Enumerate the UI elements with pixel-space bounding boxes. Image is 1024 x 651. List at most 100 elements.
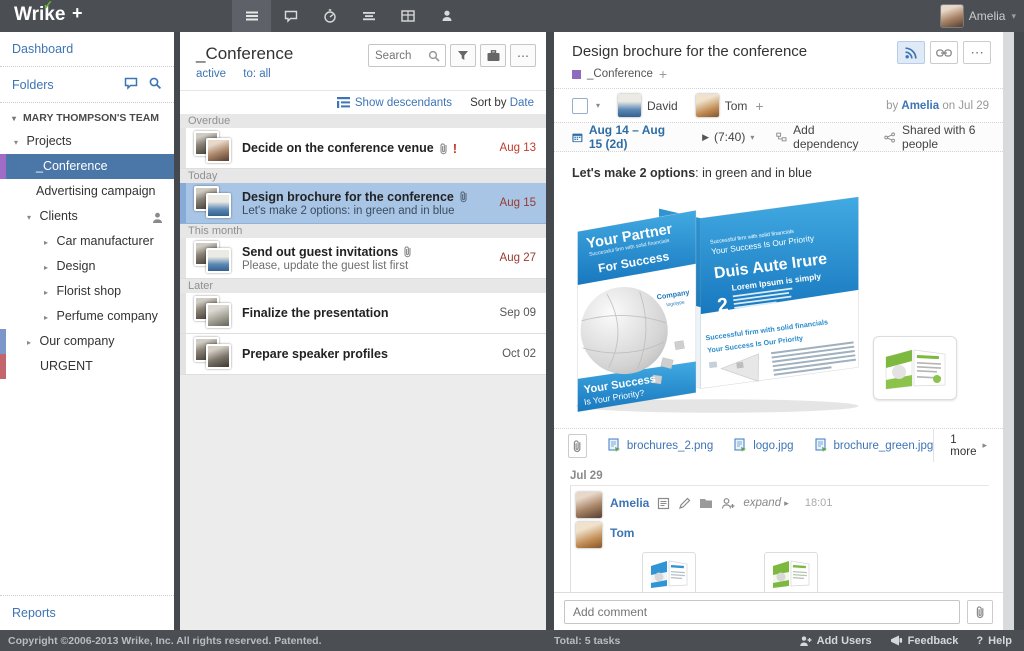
sidebar-team-header[interactable]: ▾ MARY THOMPSON'S TEAM <box>0 103 174 129</box>
task-subtitle: Please, update the guest list first <box>242 260 492 272</box>
stopwatch-icon <box>322 8 338 24</box>
task-due-date: Oct 02 <box>502 348 536 360</box>
add-person-icon[interactable] <box>721 497 735 510</box>
task-subtitle: Let's make 2 options: in green and in bl… <box>242 205 492 217</box>
sidebar-item-conference[interactable]: _Conference <box>0 154 174 179</box>
more-options-button[interactable]: ⋯ <box>510 44 536 67</box>
filter-button[interactable] <box>450 44 476 67</box>
stream-lines-icon <box>361 8 377 24</box>
sidebar-item-perfume-company[interactable]: ▸ Perfume company <box>0 304 174 329</box>
archive-button[interactable] <box>480 44 506 67</box>
user-menu[interactable]: Amelia ▾ <box>941 0 1016 32</box>
add-assignee-button[interactable]: + <box>755 98 763 114</box>
avatar <box>576 522 602 548</box>
folder-icon[interactable] <box>699 497 713 509</box>
status-dropdown-icon[interactable]: ▾ <box>596 101 600 110</box>
pencil-icon[interactable] <box>678 497 691 510</box>
time-tracking-control[interactable]: ▶ (7:40) ▾ <box>702 130 754 144</box>
chevron-right-icon: ▸ <box>44 313 48 322</box>
task-row[interactable]: Prepare speaker profiles Oct 02 <box>180 334 546 375</box>
assignee-david[interactable]: David <box>618 94 678 117</box>
green-brochure-thumb[interactable] <box>764 552 818 596</box>
folder-search-icon[interactable] <box>148 76 162 93</box>
table-view-button[interactable] <box>388 0 427 32</box>
more-attachments-button[interactable]: 1 more ▸ <box>933 429 1003 462</box>
comment-author[interactable]: Tom <box>610 526 634 540</box>
comments-date-header: Jul 29 <box>570 470 989 486</box>
attach-file-button[interactable] <box>568 434 587 458</box>
tree-label: URGENT <box>40 359 93 373</box>
sidebar-item-clients[interactable]: ▾ Clients <box>0 204 174 229</box>
more-options-button[interactable]: ⋯ <box>963 41 991 64</box>
follow-button[interactable] <box>897 41 925 64</box>
folder-chat-icon[interactable] <box>124 77 138 93</box>
add-folder-tag-button[interactable]: + <box>659 66 667 82</box>
question-icon: ? <box>976 635 983 647</box>
brochure-image[interactable]: Successful firm with solid financials Yo… <box>570 186 870 416</box>
search-input[interactable] <box>369 45 427 66</box>
byline-author[interactable]: Amelia <box>901 100 939 112</box>
chat-button[interactable] <box>271 0 310 32</box>
show-descendants-toggle[interactable]: Show descendants <box>337 97 452 109</box>
sidebar-item-reports[interactable]: Reports <box>0 595 174 630</box>
people-button[interactable] <box>427 0 466 32</box>
complete-checkbox[interactable] <box>572 98 588 114</box>
add-comment-input[interactable] <box>564 600 960 624</box>
sidebar-item-projects[interactable]: ▾ Projects <box>0 129 174 154</box>
feedback-button[interactable]: Feedback <box>890 635 959 647</box>
sidebar-item-design[interactable]: ▸ Design <box>0 254 174 279</box>
green-brochure-image <box>879 341 951 395</box>
clipboard-icon[interactable] <box>657 497 670 510</box>
sidebar: Dashboard Folders ▾ MARY THOMPSON'S TEAM… <box>0 32 174 630</box>
attachment-chip[interactable]: logo.jpg <box>733 438 793 453</box>
activity-stream-button[interactable] <box>349 0 388 32</box>
task-avatars <box>194 337 238 371</box>
add-dependency-button[interactable]: Add dependency <box>776 123 862 151</box>
task-row[interactable]: Send out guest invitations Please, updat… <box>180 238 546 279</box>
chevron-down-icon: ▾ <box>1011 11 1016 22</box>
comment-action-icons <box>657 497 735 510</box>
task-row-selected[interactable]: Design brochure for the conference Let's… <box>180 183 546 224</box>
sidebar-item-urgent[interactable]: URGENT <box>0 354 174 379</box>
task-list-tools: ⋯ <box>368 44 536 67</box>
add-users-button[interactable]: Add Users <box>799 635 872 647</box>
attachment-chip[interactable]: brochure_green.jpg <box>814 438 934 453</box>
sidebar-item-car-manufacturer[interactable]: ▸ Car manufacturer <box>0 229 174 254</box>
important-icon: ! <box>453 141 457 156</box>
chevron-right-icon: ▸ <box>44 238 48 247</box>
scrollbar-gutter[interactable] <box>1003 32 1014 630</box>
assignee-tom[interactable]: Tom <box>696 94 748 117</box>
sidebar-item-advertising-campaign[interactable]: Advertising campaign <box>0 179 174 204</box>
permalink-button[interactable] <box>930 41 958 64</box>
task-row[interactable]: Decide on the conference venue ! Aug 13 <box>180 128 546 169</box>
add-new-button[interactable]: + <box>72 3 83 24</box>
avatar <box>206 248 231 273</box>
sort-control[interactable]: Sort by Date <box>470 97 534 109</box>
wrike-logo[interactable]: Wrike ✓ <box>14 4 65 26</box>
copyright-text: Copyright ©2006-2013 Wrike, Inc. All rig… <box>0 635 322 647</box>
help-button[interactable]: ? Help <box>976 635 1012 647</box>
timer-button[interactable] <box>310 0 349 32</box>
task-list-view-button[interactable] <box>232 0 271 32</box>
task-row[interactable]: Finalize the presentation Sep 09 <box>180 293 546 334</box>
comment-author[interactable]: Amelia <box>610 496 649 510</box>
filter-active[interactable]: active <box>196 68 226 80</box>
expand-comment-button[interactable]: expand ▸ <box>743 497 788 509</box>
folder-tag[interactable]: _Conference <box>587 68 653 80</box>
tree-label: Clients <box>40 209 78 223</box>
comment-attach-button[interactable] <box>967 600 993 624</box>
sidebar-item-florist-shop[interactable]: ▸ Florist shop <box>0 279 174 304</box>
filter-assignee[interactable]: to: all <box>243 68 271 80</box>
sidebar-item-folders[interactable]: Folders <box>0 67 174 103</box>
wrike-app: Wrike ✓ + Amelia <box>0 0 1024 651</box>
task-due-date: Aug 15 <box>500 197 536 209</box>
sidebar-item-dashboard[interactable]: Dashboard <box>0 32 174 67</box>
task-description[interactable]: Let's make 2 options: in green and in bl… <box>554 152 1003 184</box>
green-brochure-thumbnail[interactable] <box>873 336 957 400</box>
date-range-control[interactable]: Aug 14 – Aug 15 (2d) <box>572 123 680 151</box>
sidebar-item-our-company[interactable]: ▸ Our company <box>0 329 174 354</box>
blue-brochure-thumb[interactable] <box>642 552 696 596</box>
share-control[interactable]: Shared with 6 people <box>884 123 989 151</box>
filter-bar: active to: all <box>196 68 534 80</box>
attachment-chip[interactable]: brochures_2.png <box>607 438 713 453</box>
